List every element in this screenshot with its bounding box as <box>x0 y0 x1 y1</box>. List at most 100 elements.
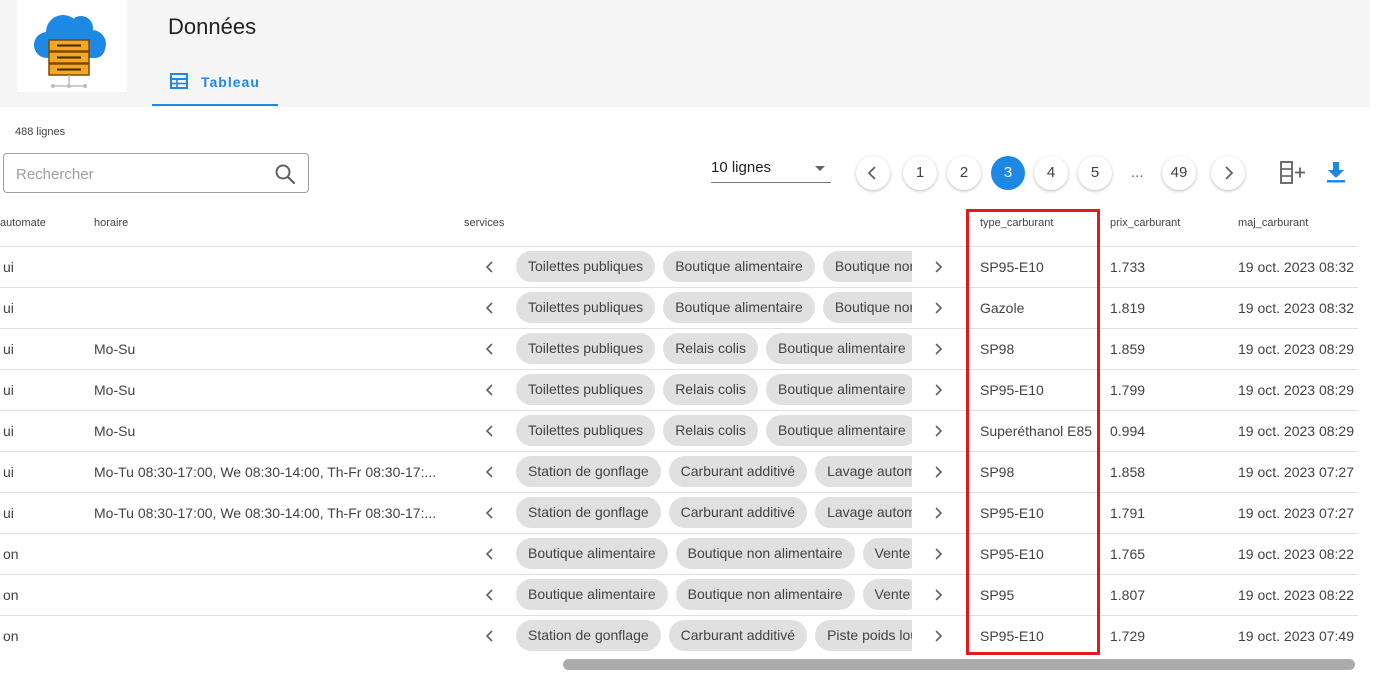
chevron-left-icon[interactable] <box>482 423 498 439</box>
service-chip[interactable]: Toilettes publiques <box>516 251 656 282</box>
table-row[interactable]: ui Mo-Tu 08:30-17:00, We 08:30-14:00, Th-… <box>0 493 1358 534</box>
service-chip[interactable]: Station de gonflage <box>516 456 661 487</box>
table-row[interactable]: ui Mo-Su Toilettes publiques Relais colis Bo… <box>0 329 1358 370</box>
service-chip[interactable]: Toilettes publiques <box>516 292 656 323</box>
cell-maj-carburant: 19 oct. 2023 07:27 <box>1238 505 1354 521</box>
service-chip[interactable]: Station de gonflage <box>516 497 661 528</box>
cell-maj-carburant: 19 oct. 2023 08:32 <box>1238 300 1354 316</box>
chevron-right-icon[interactable] <box>930 300 946 316</box>
service-chip[interactable]: Boutique non alimentaire <box>675 538 855 569</box>
cell-prix-carburant: 1.799 <box>1110 382 1146 398</box>
table-row[interactable]: ui Toilettes publiques Boutique alimentair… <box>0 247 1358 288</box>
cell-automate: on <box>3 628 19 644</box>
chevron-right-icon[interactable] <box>930 587 946 603</box>
chevron-left-icon[interactable] <box>482 341 498 357</box>
cell-horaire <box>94 575 454 615</box>
chevron-right-icon[interactable] <box>930 464 946 480</box>
rows-per-page-value: 10 lignes <box>711 159 772 176</box>
service-chip[interactable]: Carburant additivé <box>668 620 808 651</box>
service-chip[interactable]: Carburant additivé <box>668 497 808 528</box>
service-chip[interactable]: Boutique non alimentaire <box>675 579 855 610</box>
service-chip[interactable]: Vente <box>862 538 912 569</box>
service-chip[interactable]: Toilettes publiques <box>516 333 656 364</box>
pagination-ellipsis: ... <box>1131 164 1144 181</box>
table-row[interactable]: ui Mo-Su Toilettes publiques Relais colis Bo… <box>0 370 1358 411</box>
service-chip[interactable]: Boutique alimentaire <box>766 374 912 405</box>
chevron-right-icon[interactable] <box>930 382 946 398</box>
pagination-page-1[interactable]: 1 <box>903 156 937 190</box>
pagination-page-4[interactable]: 4 <box>1034 156 1068 190</box>
pagination-page-5[interactable]: 5 <box>1078 156 1112 190</box>
pagination-page-3-current[interactable]: 3 <box>991 156 1025 190</box>
service-chip[interactable]: Toilettes publiques <box>516 415 656 446</box>
service-chip[interactable]: Boutique alimentaire <box>766 415 912 446</box>
rows-per-page-select[interactable]: 10 lignes <box>711 157 831 183</box>
pagination-next-button[interactable] <box>1211 156 1245 190</box>
service-chip[interactable]: Vente <box>862 579 912 610</box>
column-header-maj-carburant[interactable]: maj_carburant <box>1238 217 1308 229</box>
chevron-left-icon[interactable] <box>482 464 498 480</box>
chevron-left-icon[interactable] <box>482 300 498 316</box>
service-chip[interactable]: Relais colis <box>663 333 758 364</box>
chevron-right-icon[interactable] <box>930 423 946 439</box>
services-chip-group: Toilettes publiques Relais colis Boutique … <box>516 411 912 451</box>
service-chip[interactable]: Relais colis <box>663 415 758 446</box>
cell-prix-carburant: 1.819 <box>1110 300 1146 316</box>
table-row[interactable]: ui Mo-Su Toilettes publiques Relais colis Bo… <box>0 411 1358 452</box>
column-header-horaire[interactable]: horaire <box>94 217 128 229</box>
table-row[interactable]: ui Mo-Tu 08:30-17:00, We 08:30-14:00, Th-… <box>0 452 1358 493</box>
chevron-left-icon[interactable] <box>482 259 498 275</box>
pagination-page-2[interactable]: 2 <box>947 156 981 190</box>
tab-tableau[interactable]: Tableau <box>152 64 278 106</box>
services-chip-group: Station de gonflage Carburant additivé Lav… <box>516 493 912 533</box>
service-chip[interactable]: Boutique non alimentaire <box>822 292 912 323</box>
pagination-prev-button[interactable] <box>856 156 890 190</box>
service-chip[interactable]: Boutique alimentaire <box>766 333 912 364</box>
chevron-left-icon[interactable] <box>482 628 498 644</box>
chevron-left-icon[interactable] <box>482 587 498 603</box>
service-chip[interactable]: Boutique alimentaire <box>516 579 668 610</box>
service-chip[interactable]: Boutique alimentaire <box>663 292 815 323</box>
search-icon[interactable] <box>274 163 296 185</box>
search-input[interactable] <box>14 162 268 186</box>
cell-horaire <box>94 616 454 655</box>
cell-maj-carburant: 19 oct. 2023 08:29 <box>1238 382 1354 398</box>
chevron-right-icon[interactable] <box>930 341 946 357</box>
cell-horaire: Mo-Su <box>94 423 136 439</box>
chevron-left-icon[interactable] <box>482 505 498 521</box>
service-chip[interactable]: Lavage automatique <box>815 456 912 487</box>
highlight-box <box>966 209 1100 655</box>
chevron-down-icon <box>815 166 825 171</box>
table-row[interactable]: on Boutique alimentaire Boutique non alime… <box>0 575 1358 616</box>
scrollbar-thumb[interactable] <box>563 659 1355 670</box>
service-chip[interactable]: Piste poids lourds <box>815 620 912 651</box>
table-row[interactable]: on Boutique alimentaire Boutique non alime… <box>0 534 1358 575</box>
table-row[interactable]: ui Toilettes publiques Boutique alimentair… <box>0 288 1358 329</box>
service-chip[interactable]: Station de gonflage <box>516 620 661 651</box>
download-icon[interactable] <box>1325 160 1347 184</box>
service-chip[interactable]: Relais colis <box>663 374 758 405</box>
chevron-right-icon[interactable] <box>930 259 946 275</box>
chevron-left-icon[interactable] <box>482 546 498 562</box>
column-header-prix-carburant[interactable]: prix_carburant <box>1110 217 1180 229</box>
service-chip[interactable]: Boutique alimentaire <box>663 251 815 282</box>
chevron-left-icon[interactable] <box>482 382 498 398</box>
add-column-icon[interactable] <box>1279 159 1307 187</box>
column-header-services[interactable]: services <box>464 217 504 229</box>
column-header-automate[interactable]: automate <box>0 217 46 229</box>
service-chip[interactable]: Lavage automatique <box>815 497 912 528</box>
chevron-right-icon[interactable] <box>930 628 946 644</box>
chevron-right-icon[interactable] <box>930 505 946 521</box>
service-chip[interactable]: Carburant additivé <box>668 456 808 487</box>
cell-prix-carburant: 1.858 <box>1110 464 1146 480</box>
chevron-right-icon[interactable] <box>930 546 946 562</box>
service-chip[interactable]: Toilettes publiques <box>516 374 656 405</box>
table-row[interactable]: on Station de gonflage Carburant additivé P… <box>0 616 1358 655</box>
search-field[interactable] <box>3 153 309 193</box>
service-chip[interactable]: Boutique non alimentaire <box>822 251 912 282</box>
cell-automate: on <box>3 587 19 603</box>
pagination-page-49[interactable]: 49 <box>1162 156 1196 190</box>
service-chip[interactable]: Boutique alimentaire <box>516 538 668 569</box>
cell-maj-carburant: 19 oct. 2023 07:27 <box>1238 464 1354 480</box>
cell-horaire <box>94 534 454 574</box>
